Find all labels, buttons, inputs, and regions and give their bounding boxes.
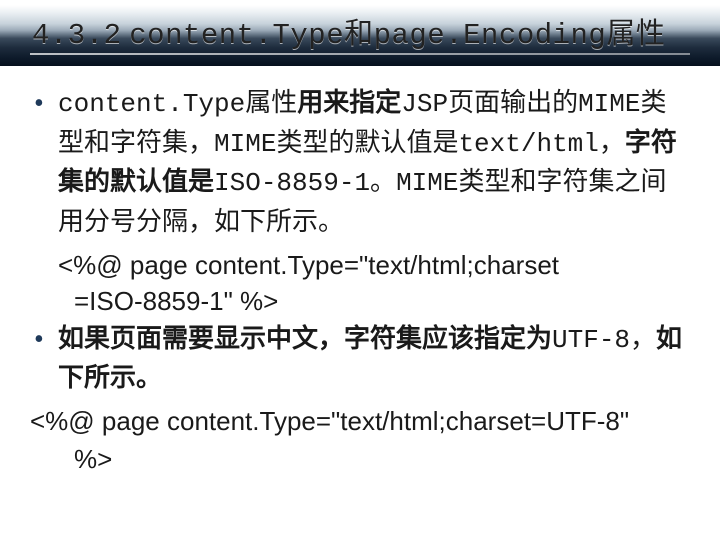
- b1-m3: MIME: [214, 129, 276, 159]
- b1-m4: text/html，: [458, 129, 624, 159]
- title-text: content.Type和page.Encoding属性: [129, 19, 665, 52]
- b1-m6: MIME: [396, 168, 458, 198]
- bullet-1: content.Type属性用来指定JSP页面输出的MIME类型和字符集，MIM…: [30, 84, 690, 241]
- bullet-2: 如果页面需要显示中文，字符集应该指定为UTF-8，如下所示。: [30, 320, 690, 397]
- b1-t4: 类型的默认值是: [276, 128, 458, 157]
- title-underline: [30, 53, 690, 55]
- b1-m5: ISO-8859-1: [214, 168, 370, 198]
- code-example-1-line1: <%@ page content.Type="text/html;charset: [30, 247, 690, 283]
- b1-m2: MIME: [578, 89, 640, 119]
- title-band: 4.3.2 content.Type和page.Encoding属性: [0, 0, 720, 66]
- b1-t1: 用来指定: [297, 88, 401, 117]
- b1-t2: 页面输出的: [448, 88, 578, 117]
- b1-m1: JSP: [401, 89, 448, 119]
- slide-title: 4.3.2 content.Type和page.Encoding属性: [32, 10, 665, 52]
- b2-t1: 如果页面需要显示中文，字符集应该指定为: [58, 324, 552, 353]
- b1-t6: 。: [370, 167, 396, 196]
- b2-m1: UTF-8，: [552, 325, 656, 355]
- slide-body: content.Type属性用来指定JSP页面输出的MIME类型和字符集，MIM…: [0, 66, 720, 478]
- code-example-1-line2: =ISO-8859-1" %>: [30, 283, 690, 319]
- slide: 4.3.2 content.Type和page.Encoding属性 conte…: [0, 0, 720, 540]
- code-example-2-line1: <%@ page content.Type="text/html;charset…: [30, 403, 690, 441]
- section-number: 4.3.2: [32, 19, 122, 52]
- lead-term: content.Type属性: [58, 89, 297, 119]
- code-example-2-line2: %>: [30, 441, 690, 479]
